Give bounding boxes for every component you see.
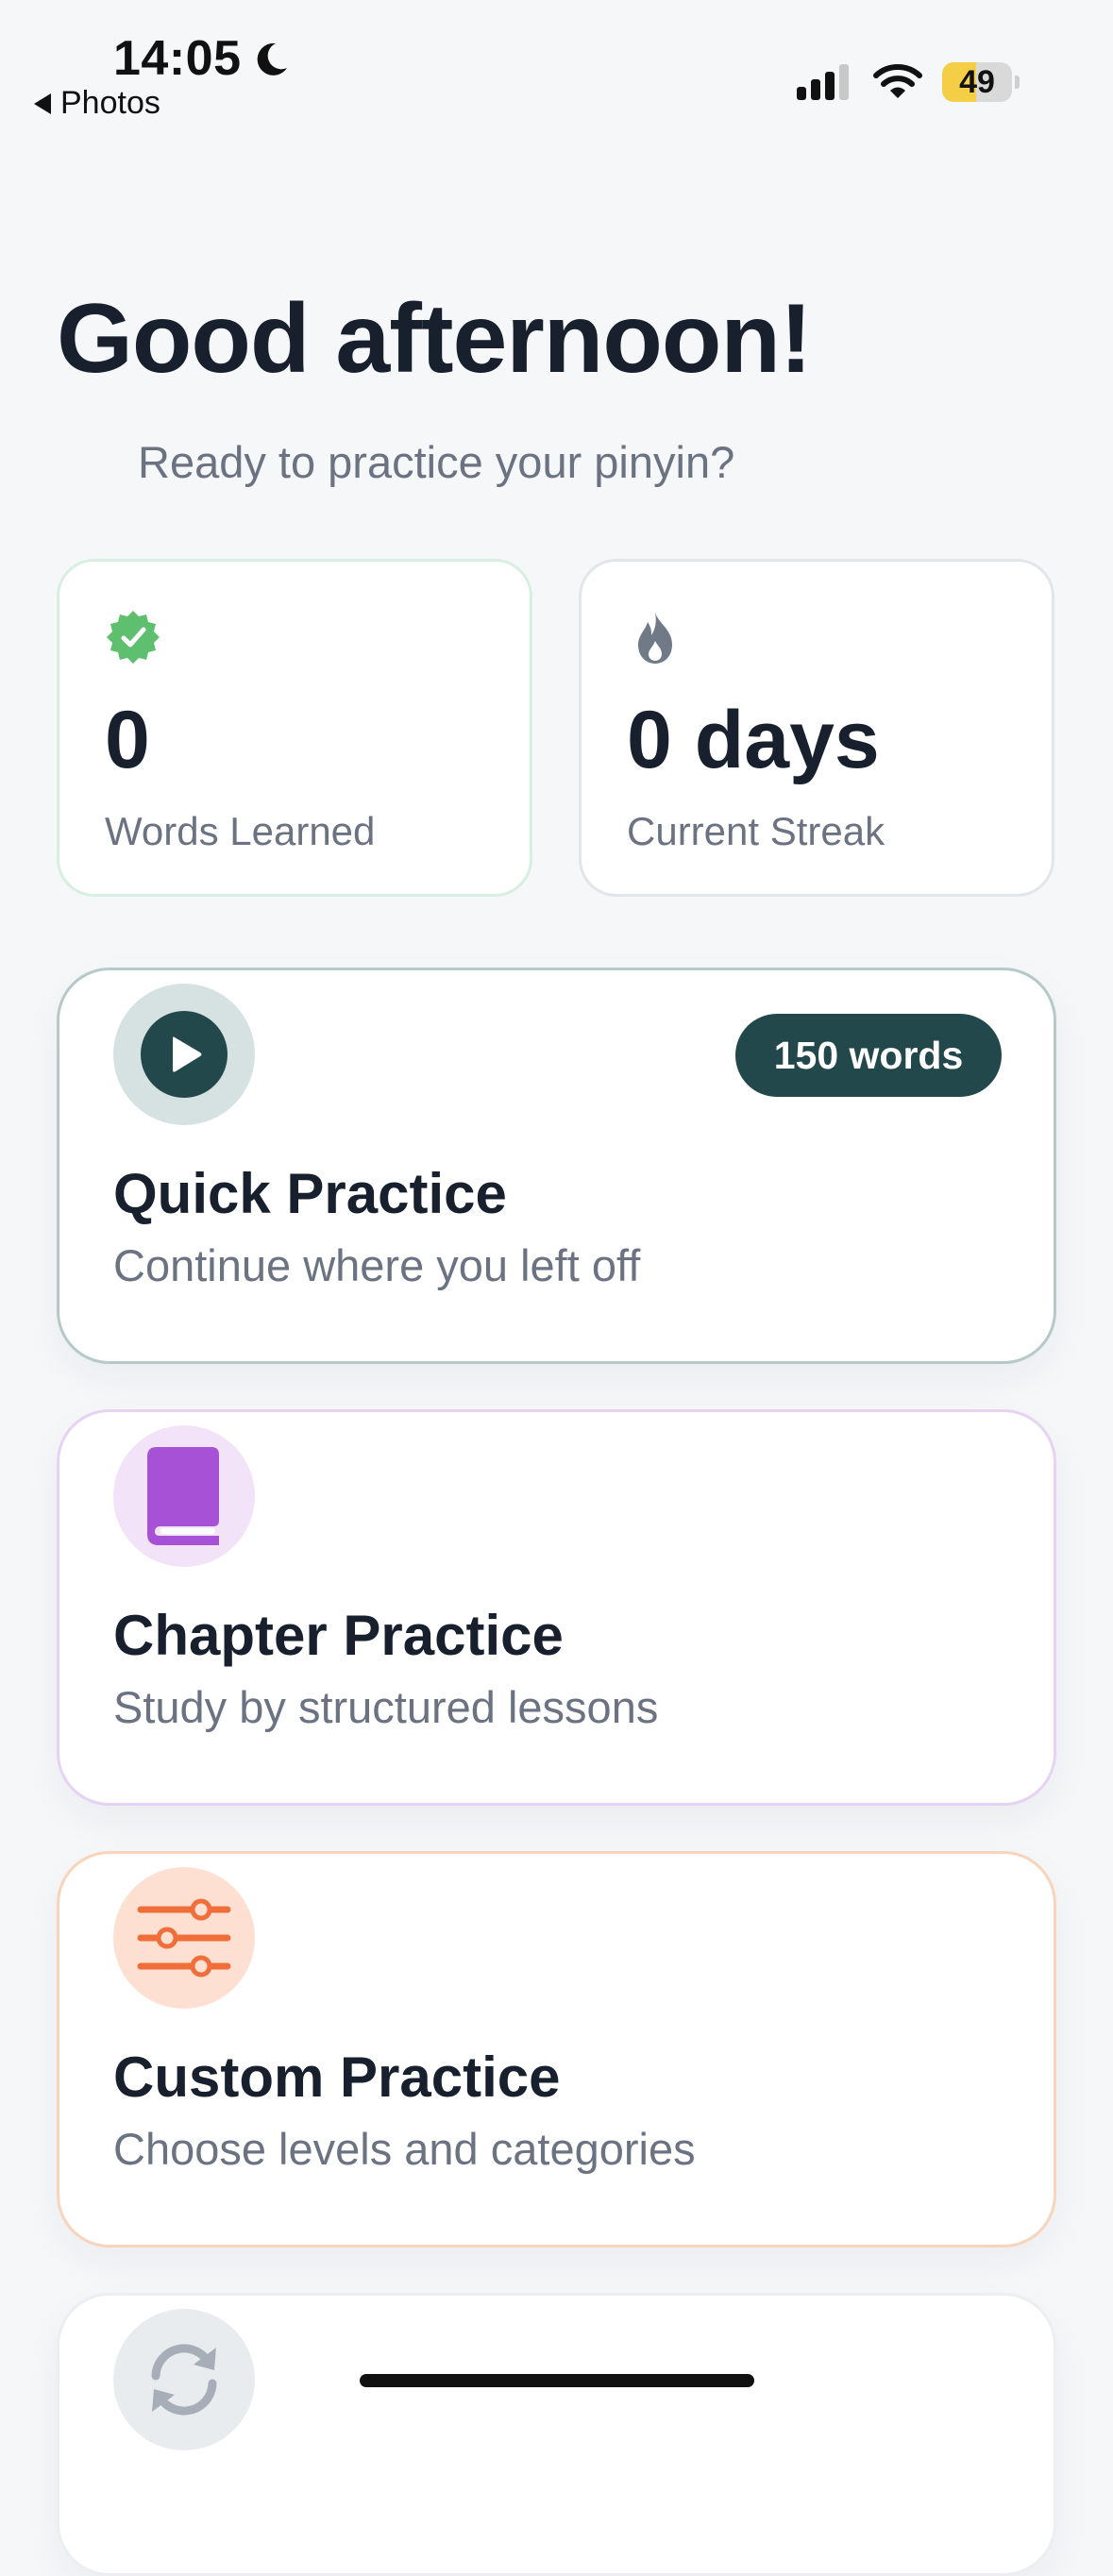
custom-practice-subtitle: Choose levels and categories [113,2124,696,2174]
words-learned-value: 0 [105,695,150,785]
custom-practice-card[interactable]: Custom Practice Choose levels and catego… [57,1851,1056,2248]
quick-practice-title: Quick Practice [113,1162,507,1225]
battery-body: 49 [942,62,1012,102]
flame-icon [638,613,672,664]
cellular-signal-icon [797,64,849,100]
words-learned-label: Words Learned [105,809,376,853]
back-arrow-icon [34,93,51,114]
review-practice-card[interactable] [57,2293,1056,2576]
check-badge-icon [107,611,160,664]
book-icon [147,1447,219,1545]
refresh-icon [151,2344,217,2416]
battery-cap [1015,76,1020,89]
home-indicator[interactable] [360,2374,754,2387]
custom-practice-title: Custom Practice [113,2046,561,2109]
sliders-icon [137,1898,231,1978]
battery-indicator: 49 [942,62,1020,102]
word-count-badge: 150 words [735,1014,1002,1097]
chapter-practice-subtitle: Study by structured lessons [113,1682,659,1732]
quick-practice-card[interactable]: 150 words Quick Practice Continue where … [57,968,1056,1364]
status-time: 14:05 [113,31,242,86]
moon-icon [257,42,287,76]
quick-practice-subtitle: Continue where you left off [113,1240,641,1290]
quick-practice-icon-circle [113,984,255,1125]
page-title: Good afternoon! [57,284,813,394]
review-practice-icon-circle [113,2309,255,2450]
battery-level-text: 49 [959,64,995,100]
chapter-practice-icon-circle [113,1425,255,1567]
current-streak-value: 0 days [627,695,880,785]
chapter-practice-title: Chapter Practice [113,1604,564,1667]
back-link-label: Photos [60,85,160,121]
page-subtitle: Ready to practice your pinyin? [138,437,735,487]
status-bar: 14:05 Photos 49 [0,0,1113,132]
chapter-practice-card[interactable]: Chapter Practice Study by structured les… [57,1409,1056,1806]
wifi-icon [873,64,922,98]
play-icon [141,1011,228,1098]
current-streak-card: 0 days Current Streak [579,559,1054,897]
current-streak-label: Current Streak [627,809,885,853]
words-learned-card: 0 Words Learned [57,559,532,897]
back-to-photos-link[interactable]: Photos [34,85,160,122]
custom-practice-icon-circle [113,1867,255,2009]
